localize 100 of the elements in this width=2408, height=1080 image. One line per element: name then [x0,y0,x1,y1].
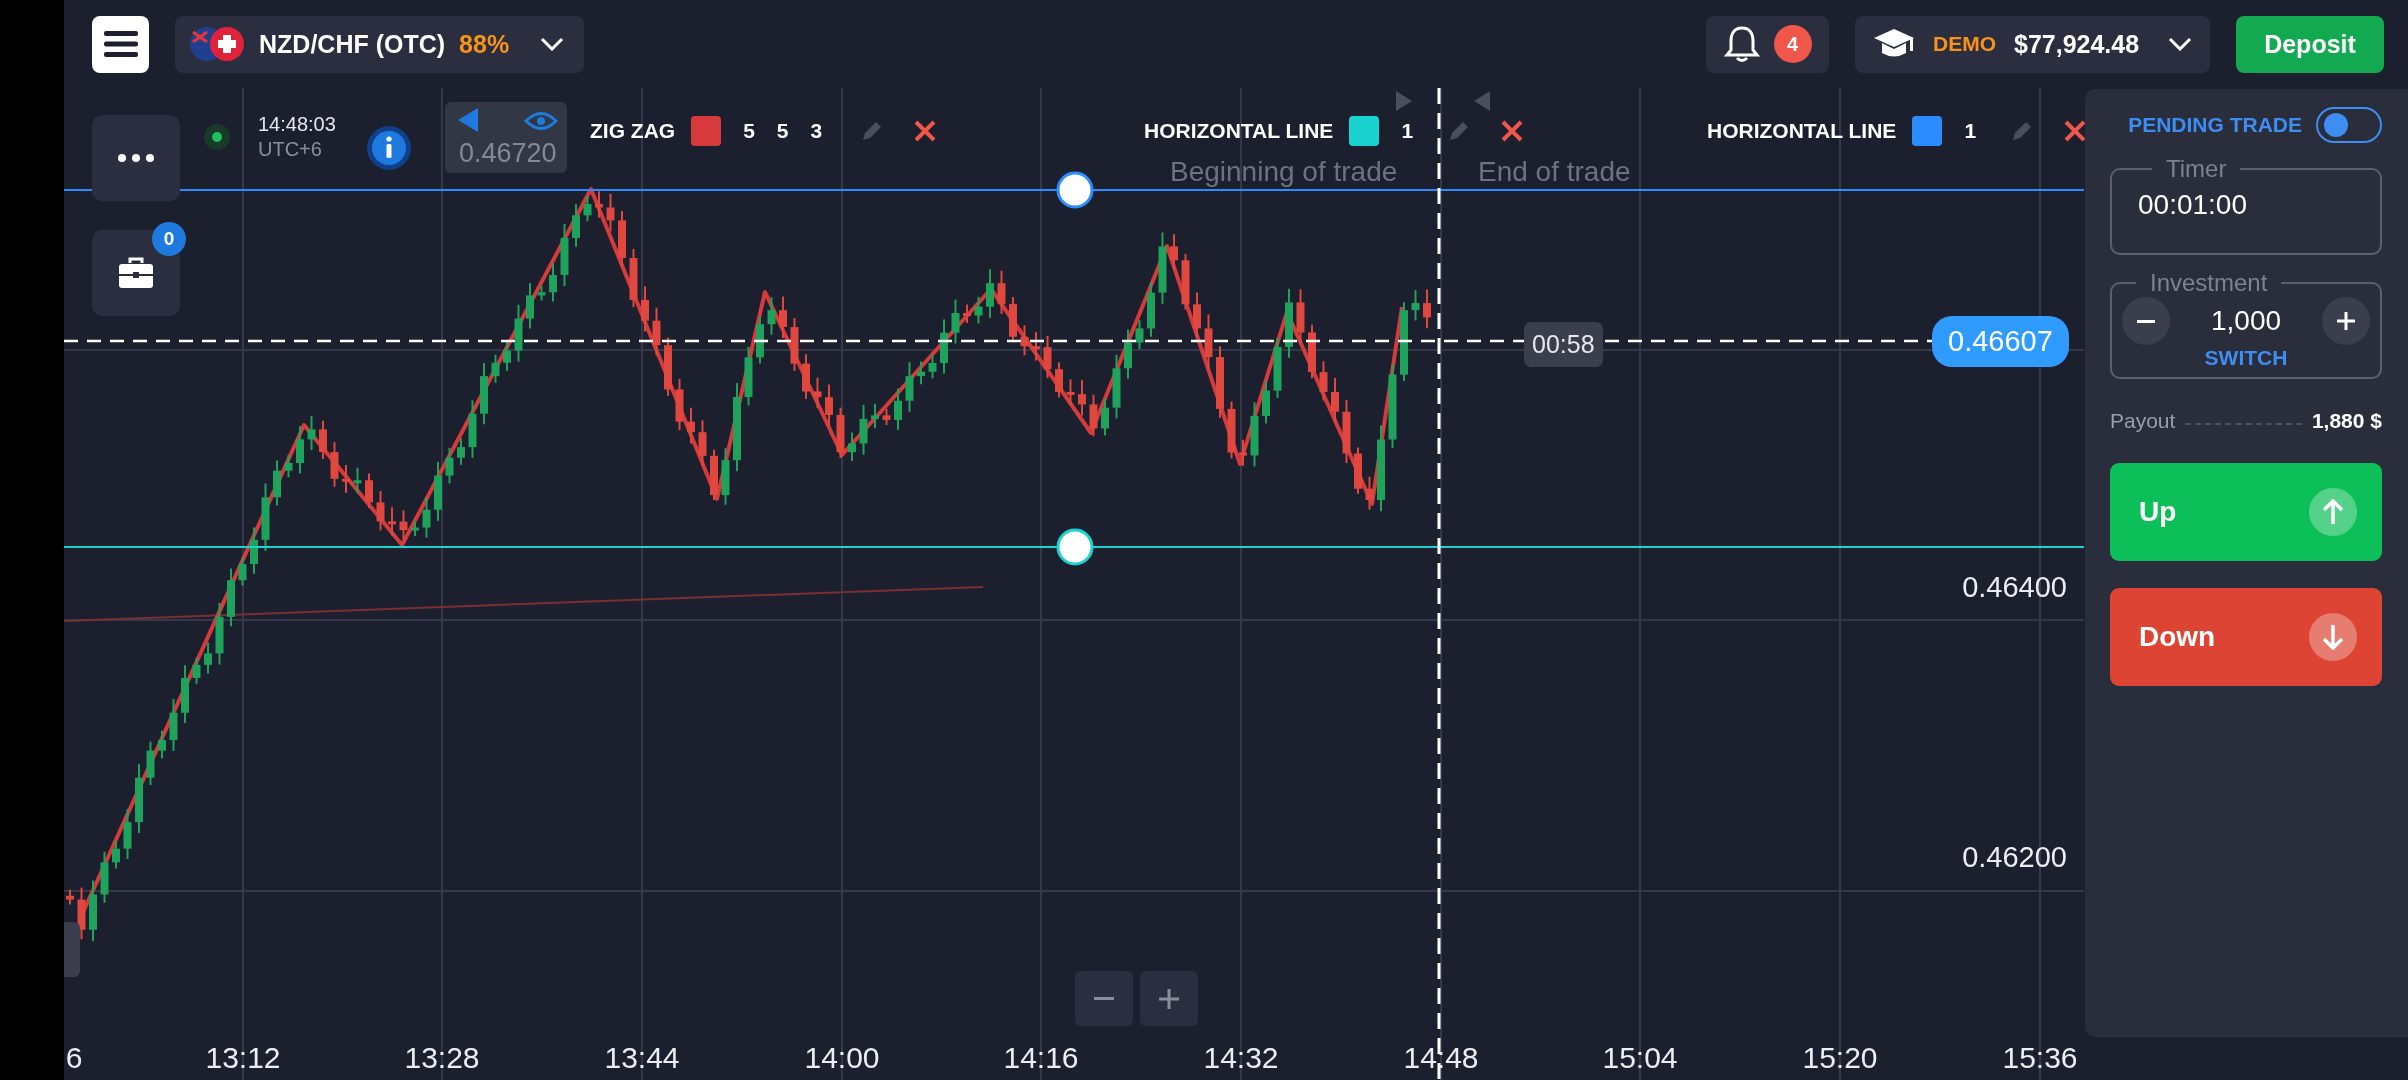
time-axis-label: 13:12 [205,1041,281,1075]
candle [1319,360,1328,402]
bell-icon [1723,25,1760,63]
candle [675,377,684,432]
candle [1342,398,1351,465]
account-balance: $77,924.48 [2014,29,2140,59]
candle [238,556,247,587]
menu-button[interactable] [92,15,149,73]
candle [146,740,155,786]
candle [572,203,580,248]
time-axis-label: 15:04 [1602,1041,1678,1075]
color-swatch[interactable] [1912,116,1943,146]
candle [951,298,960,345]
candle [399,509,408,541]
candle [1101,397,1109,437]
candle [215,601,224,666]
more-button[interactable] [92,115,180,201]
portfolio-button[interactable] [92,230,180,316]
candle [66,888,74,906]
candle [169,698,178,753]
candle [1354,446,1362,495]
up-button[interactable]: Up [2110,463,2382,561]
payout-label: Payout [2110,409,2176,433]
close-icon[interactable] [1501,120,1524,142]
time-axis-label: 13:28 [404,1041,480,1075]
candle [560,222,569,288]
timezone-label: UTC+6 [258,138,322,161]
candle [1227,400,1236,460]
color-swatch[interactable] [1349,116,1380,146]
time-axis-label: 15:20 [1802,1041,1878,1075]
candle [1181,252,1190,311]
candle [940,318,948,375]
candle [1423,288,1431,330]
candle [986,268,994,319]
decrease-button[interactable] [2122,297,2170,345]
candle [583,195,592,223]
candle [181,664,189,724]
candle [871,402,879,430]
count-badge: 0 [152,222,186,256]
pending-trade-toggle[interactable] [2316,107,2382,143]
arrow-up-icon [2322,499,2344,525]
account-selector[interactable]: DEMO $77,924.48 [1855,15,2210,73]
candle [1273,336,1282,399]
candle [1331,377,1339,424]
candle [894,387,902,431]
candle [1365,475,1374,511]
candle [664,336,672,397]
candle [1020,324,1029,357]
candle [273,459,281,507]
clock-time: 14:48:03 [258,113,336,136]
candle [1089,393,1098,438]
candle [1055,361,1063,399]
candle [100,850,109,904]
candle [549,262,557,303]
candle [330,441,339,488]
triangle-left-icon [1474,91,1490,111]
candle [859,403,868,456]
candle [434,460,442,522]
triangle-left-icon [458,108,478,132]
notification-badge: 4 [1773,25,1812,63]
caret-icon [540,37,564,51]
plus-icon [2337,312,2355,330]
candle [974,295,983,325]
candle [135,763,143,834]
candle [790,317,799,372]
indicator-parameter: 5 [776,119,789,143]
zoom-in-button[interactable] [1140,971,1198,1026]
price-label: 0.46720 [445,102,567,173]
candle [445,446,454,485]
deposit-button[interactable]: Deposit [2236,15,2384,73]
line-handle[interactable] [1056,528,1094,566]
close-icon[interactable] [2064,120,2085,142]
color-swatch[interactable] [691,116,722,146]
candle [1204,313,1213,370]
candle [284,453,293,479]
candle [261,482,270,552]
candle [802,353,810,401]
investment-value: 1,000 [2210,305,2282,337]
candle [1296,288,1305,344]
candle [1147,281,1155,338]
asset-selector[interactable]: NZD/CHF (OTC) 88% [175,15,584,73]
notifications-button[interactable]: 4 [1706,15,1829,73]
down-button[interactable]: Down [2110,588,2382,686]
plus-icon [1159,988,1179,1009]
trade-end-label: End of trade [1478,156,1631,188]
close-icon[interactable] [914,120,937,142]
candle [388,506,396,537]
line-handle[interactable] [1056,171,1094,209]
candle [825,383,833,427]
side-handle[interactable] [64,922,80,977]
candle [744,345,753,407]
eye-icon [524,110,558,132]
candle [917,360,925,386]
horizontal-line[interactable] [64,189,2084,191]
candle [158,729,166,760]
price-axis-label: 0.46400 [1962,571,2067,604]
candle [296,425,304,475]
increase-button[interactable] [2322,297,2370,345]
candle [1124,328,1132,380]
candle [1411,289,1420,322]
